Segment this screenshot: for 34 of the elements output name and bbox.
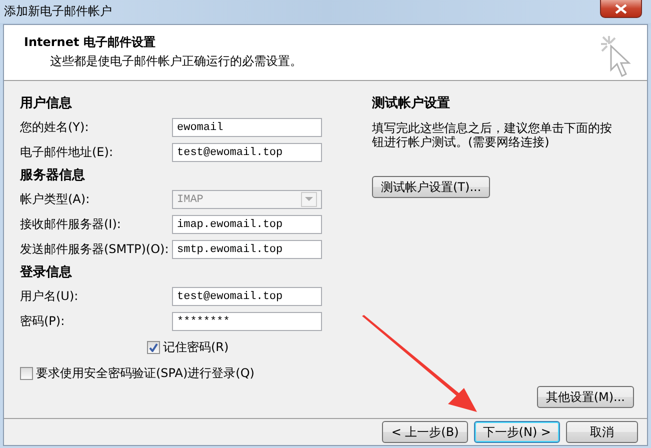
test-description: 填写完此这些信息之后，建议您单击下面的按钮进行帐户测试。(需要网络连接) [372,121,613,149]
field-label: 接收邮件服务器(I): [20,216,122,233]
input-field[interactable]: test@ewomail.top [172,287,322,306]
dropdown-arrow-icon [305,197,313,202]
checkbox[interactable] [20,366,33,380]
nav-button[interactable]: < 上一步(B) [382,421,468,443]
input-field[interactable]: ******** [172,312,322,331]
section-heading: 服务器信息 [20,167,86,185]
field-label: 电子邮件地址(E): [20,144,114,161]
field-label: 发送邮件服务器(SMTP)(O): [20,241,170,258]
checkmark-icon [149,342,158,352]
nav-button[interactable]: 取消 [566,421,638,443]
close-icon [615,4,627,14]
field-label: 密码(P): [20,313,66,330]
section-heading: 登录信息 [20,264,73,282]
section-heading: 用户信息 [20,94,73,113]
field-label: 用户名(U): [20,288,80,305]
input-field[interactable]: ewomail [172,118,322,137]
input-field[interactable]: smtp.ewomail.top [172,240,322,259]
checkbox[interactable] [147,340,160,354]
test-settings-button[interactable]: 测试帐户设置(T)... [372,176,490,198]
input-field[interactable]: test@ewomail.top [172,143,322,162]
close-button[interactable] [600,0,642,18]
section-heading: 测试帐户设置 [372,94,451,113]
more-settings-button[interactable]: 其他设置(M)... [536,386,634,408]
window-title: 添加新电子邮件帐户 [4,3,112,20]
field-label: 帐户类型(A): [20,191,91,208]
header-title: Internet 电子邮件设置 [24,34,156,51]
checkbox-label: 记住密码(R) [163,338,229,356]
header-subtitle: 这些都是使电子邮件帐户正确运行的必需设置。 [50,53,302,70]
checkbox-label: 要求使用安全密码验证(SPA)进行登录(Q) [36,364,254,382]
field-label: 您的姓名(Y): [20,119,90,136]
nav-button[interactable]: 下一步(N) > [474,421,560,443]
input-field[interactable]: imap.ewomail.top [172,215,322,234]
